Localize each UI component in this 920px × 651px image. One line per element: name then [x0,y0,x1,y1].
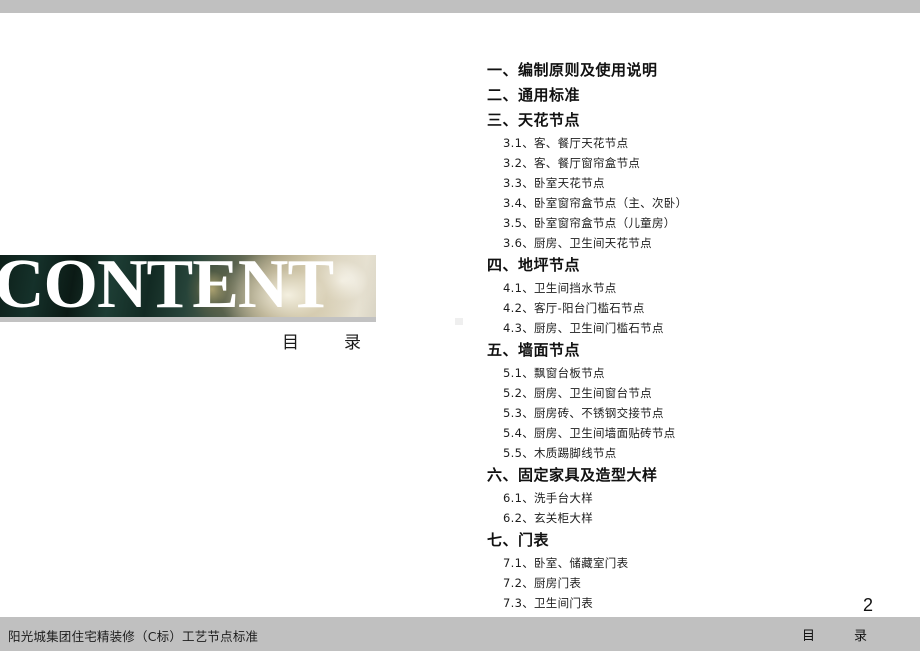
toc-subitem[interactable]: 4.1、卫生间挡水节点 [487,278,907,298]
toc-subitem[interactable]: 3.4、卧室窗帘盒节点（主、次卧） [487,193,907,213]
toc-group: 三、天花节点 3.1、客、餐厅天花节点 3.2、客、餐厅窗帘盒节点 3.3、卧室… [487,108,907,253]
toc-group: 六、固定家具及造型大样 6.1、洗手台大样 6.2、玄关柜大样 [487,463,907,528]
toc-heading[interactable]: 二、通用标准 [487,83,907,108]
toc-subitem[interactable]: 3.5、卧室窗帘盒节点（儿童房） [487,213,907,233]
page-number: 2 [862,595,873,615]
footer-section-label: 目 录 [801,629,880,644]
toc-group: 二、通用标准 [487,83,907,108]
toc-subitem[interactable]: 7.2、厨房门表 [487,573,907,593]
toc-group: 一、编制原则及使用说明 [487,58,907,83]
footer-bar: 阳光城集团住宅精装修（C标）工艺节点标准 目 录 [0,617,920,651]
hero-divider-rule [0,317,376,322]
toc-heading[interactable]: 三、天花节点 [487,108,907,133]
content-hero-banner: CONTENT [0,255,376,317]
table-of-contents: 一、编制原则及使用说明 二、通用标准 三、天花节点 3.1、客、餐厅天花节点 3… [487,58,907,613]
toc-subitem[interactable]: 4.3、厨房、卫生间门槛石节点 [487,318,907,338]
toc-subitem[interactable]: 3.2、客、餐厅窗帘盒节点 [487,153,907,173]
toc-subitem[interactable]: 5.1、飘窗台板节点 [487,363,907,383]
toc-subitem[interactable]: 3.1、客、餐厅天花节点 [487,133,907,153]
slide-page: { "slide": { "kind": "presentation-table… [0,0,920,651]
content-wordmark: CONTENT [0,255,334,317]
toc-subitem[interactable]: 3.6、厨房、卫生间天花节点 [487,233,907,253]
toc-group: 五、墙面节点 5.1、飘窗台板节点 5.2、厨房、卫生间窗台节点 5.3、厨房砖… [487,338,907,463]
footer-document-title: 阳光城集团住宅精装修（C标）工艺节点标准 [8,629,259,644]
toc-subitem[interactable]: 5.3、厨房砖、不锈钢交接节点 [487,403,907,423]
toc-subitem[interactable]: 3.3、卧室天花节点 [487,173,907,193]
toc-subitem[interactable]: 6.2、玄关柜大样 [487,508,907,528]
toc-group: 七、门表 7.1、卧室、储藏室门表 7.2、厨房门表 7.3、卫生间门表 [487,528,907,613]
toc-subitem[interactable]: 5.5、木质踢脚线节点 [487,443,907,463]
toc-heading[interactable]: 七、门表 [487,528,907,553]
toc-subitem[interactable]: 6.1、洗手台大样 [487,488,907,508]
toc-subitem[interactable]: 4.2、客厅-阳台门槛石节点 [487,298,907,318]
toc-subitem[interactable]: 7.1、卧室、储藏室门表 [487,553,907,573]
toc-group: 四、地坪节点 4.1、卫生间挡水节点 4.2、客厅-阳台门槛石节点 4.3、厨房… [487,253,907,338]
top-accent-bar [0,0,920,13]
toc-heading[interactable]: 一、编制原则及使用说明 [487,58,907,83]
toc-heading[interactable]: 六、固定家具及造型大样 [487,463,907,488]
stray-artifact-mark [455,318,463,325]
toc-heading[interactable]: 四、地坪节点 [487,253,907,278]
hero-subtitle: 目 录 [282,333,375,353]
toc-subitem[interactable]: 5.4、厨房、卫生间墙面贴砖节点 [487,423,907,443]
toc-subitem[interactable]: 5.2、厨房、卫生间窗台节点 [487,383,907,403]
toc-heading[interactable]: 五、墙面节点 [487,338,907,363]
toc-subitem[interactable]: 7.3、卫生间门表 [487,593,907,613]
